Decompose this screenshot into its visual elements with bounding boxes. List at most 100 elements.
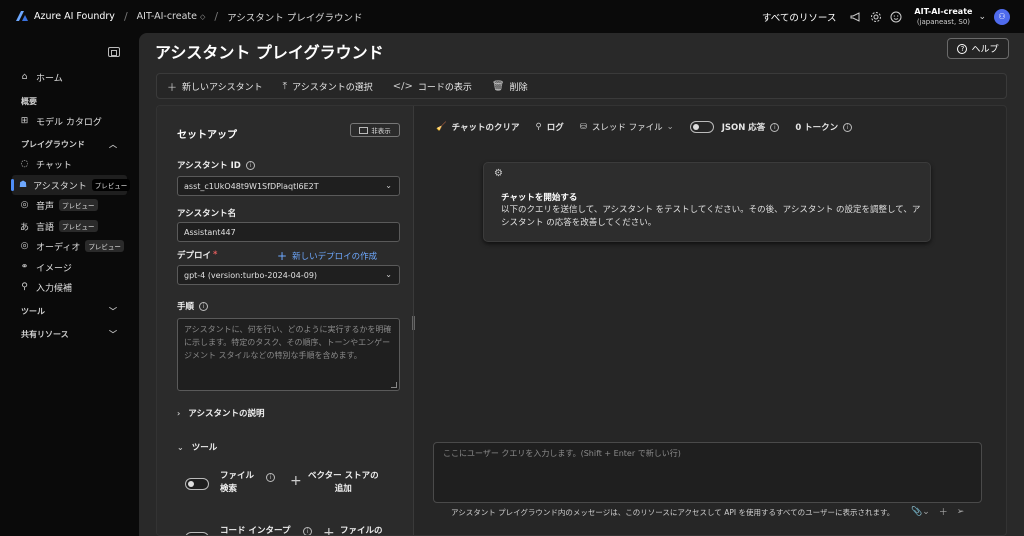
- code-interpreter-toggle[interactable]: [185, 532, 209, 535]
- input-actions: 📎⌄ ＋ ➢: [911, 505, 973, 519]
- log-label: ログ: [546, 123, 564, 133]
- assistant-id-label-text: アシスタント ID: [177, 161, 241, 171]
- instructions-placeholder: アシスタントに、何を行い、どのように実行するかを明確に示します。特定のタスク、そ…: [184, 325, 392, 360]
- info-icon[interactable]: i: [245, 160, 255, 170]
- thread-files-dropdown[interactable]: ⛁ スレッド ファイル ⌄: [580, 121, 674, 133]
- deploy-select[interactable]: gpt-4 (version:turbo-2024-04-09) ⌄: [177, 265, 400, 285]
- breadcrumb-separator: /: [123, 10, 128, 23]
- code-interpreter-label: コード インタープ: [220, 526, 291, 536]
- tools-label: ツール: [191, 443, 218, 453]
- all-resources-link[interactable]: すべてのリソース: [762, 10, 836, 24]
- upload-icon: ⤒: [282, 80, 288, 92]
- smiley-icon[interactable]: [889, 10, 903, 24]
- sidebar-item-model-catalog[interactable]: ⊞ モデル カタログ: [0, 111, 139, 131]
- top-right-actions: すべてのリソース AIT-AI-create (japaneast, S0) ⌄…: [762, 0, 1010, 33]
- new-deploy-link[interactable]: + 新しいデプロイの作成: [277, 249, 377, 263]
- info-icon[interactable]: i: [303, 527, 312, 535]
- brand[interactable]: Azure AI Foundry: [16, 11, 115, 22]
- sidebar-section-label: プレイグラウンド: [21, 139, 85, 149]
- sidebar-section-shared-resources[interactable]: 共有リソース ﹀: [0, 324, 139, 344]
- json-response-toggle[interactable]: [689, 121, 714, 133]
- chevron-down-icon: ⌄: [177, 442, 184, 452]
- assistant-name-value: Assistant447: [184, 227, 236, 237]
- sidebar-section-playground[interactable]: プレイグラウンド ︿: [0, 134, 139, 154]
- chevron-down-icon: ﹀: [109, 329, 117, 339]
- info-icon[interactable]: i: [843, 122, 853, 132]
- select-assistant-button[interactable]: ⤒ アシスタントの選択: [283, 80, 373, 93]
- collapse-sidebar-icon[interactable]: [108, 47, 120, 57]
- preview-badge: プレビュー: [85, 240, 124, 252]
- file-search-toggle[interactable]: [185, 478, 209, 490]
- sidebar-item-speech[interactable]: ◎ 音声 プレビュー: [0, 195, 139, 215]
- gear-icon[interactable]: [869, 10, 883, 24]
- sidebar-item-completions[interactable]: ⚲ 入力候補: [0, 277, 139, 297]
- trash-icon: 🗑: [491, 80, 505, 92]
- info-icon[interactable]: i: [266, 473, 275, 482]
- add-icon[interactable]: ＋: [939, 505, 948, 518]
- sidebar-item-label: チャット: [36, 160, 72, 171]
- plus-icon[interactable]: +: [323, 525, 335, 535]
- clear-chat-button[interactable]: 🧹 チャットのクリア: [436, 121, 520, 133]
- sidebar-item-label: 音声: [36, 201, 55, 212]
- chevron-down-icon: ⌄: [385, 181, 392, 190]
- clear-chat-label: チャットのクリア: [451, 123, 520, 133]
- info-icon[interactable]: i: [770, 122, 780, 132]
- audio-icon: ◎: [20, 241, 29, 251]
- chevron-down-icon: ⌄: [385, 270, 392, 279]
- start-chat-card: ⚙ チャットを開始する 以下のクエリを送信して、アシスタント をテストしてくださ…: [483, 162, 931, 242]
- assistant-icon: ☗: [19, 180, 28, 190]
- chevron-down-icon[interactable]: ⌄: [978, 12, 986, 22]
- view-code-button[interactable]: </> コードの表示: [393, 80, 472, 93]
- chevron-up-icon: ︿: [109, 139, 117, 149]
- breadcrumb-project[interactable]: AIT-AI-create ◇: [137, 11, 206, 22]
- tools-expander[interactable]: ⌄ ツール: [177, 441, 218, 454]
- assistant-description-expander[interactable]: › アシスタントの説明: [177, 407, 264, 420]
- completions-icon: ⚲: [21, 282, 28, 292]
- sidebar-item-audio[interactable]: ◎ オーディオ プレビュー: [0, 236, 139, 256]
- instructions-textarea[interactable]: アシスタントに、何を行い、どのように実行するかを明確に示します。特定のタスク、そ…: [177, 318, 400, 391]
- sidebar-item-label: アシスタント: [33, 181, 87, 192]
- sidebar-item-language[interactable]: あ言語 プレビュー: [0, 216, 139, 236]
- add-vector-store-button[interactable]: ベクター ストアの 追加: [308, 470, 379, 496]
- setup-title: セットアップ: [177, 130, 237, 141]
- attach-icon[interactable]: 📎⌄: [911, 507, 930, 517]
- sidebar-item-image[interactable]: ⚭ イメージ: [0, 257, 139, 277]
- sidebar-item-assistant[interactable]: ☗ アシスタント プレビュー: [11, 175, 131, 195]
- deploy-label-text: デプロイ: [177, 251, 212, 261]
- start-chat-description: 以下のクエリを送信して、アシスタント をテストしてください。その後、アシスタント…: [501, 205, 921, 228]
- breadcrumb-page[interactable]: アシスタント プレイグラウンド: [227, 10, 362, 24]
- sidebar-section-tools[interactable]: ツール ﹀: [0, 301, 139, 321]
- add-vector-store-line1: ベクター ストアの: [308, 471, 379, 481]
- new-assistant-button[interactable]: ＋ 新しいアシスタント: [167, 79, 263, 94]
- hide-setup-button[interactable]: 非表示: [350, 123, 400, 137]
- delete-button[interactable]: 🗑 削除: [492, 80, 528, 93]
- file-search-label-line2: 検索: [220, 484, 238, 494]
- assistant-name-input[interactable]: Assistant447: [177, 222, 400, 242]
- sidebar-item-home[interactable]: ⌂ ホーム: [0, 67, 139, 87]
- json-response-label-text: JSON 応答: [721, 123, 766, 133]
- add-file-button[interactable]: ファイルの: [340, 525, 383, 535]
- chevron-down-icon: ⌄: [666, 122, 674, 132]
- avatar[interactable]: ⚇: [994, 8, 1010, 25]
- drag-handle-icon[interactable]: [412, 316, 415, 330]
- account-info[interactable]: AIT-AI-create (japaneast, S0): [914, 6, 972, 28]
- help-button[interactable]: ? ヘルプ: [947, 38, 1009, 59]
- broom-icon: 🧹: [436, 122, 447, 132]
- plus-icon[interactable]: +: [290, 473, 302, 489]
- user-query-input[interactable]: ここにユーザー クエリを入力します。(Shift + Enter で新しい行): [433, 442, 982, 503]
- plus-icon: +: [277, 249, 288, 263]
- preview-badge: プレビュー: [91, 179, 131, 191]
- toolbar: ＋ 新しいアシスタント ⤒ アシスタントの選択 </> コードの表示 🗑 削除: [156, 73, 1007, 99]
- resize-handle-icon[interactable]: [391, 382, 397, 388]
- log-button[interactable]: ⚲ ログ: [536, 121, 564, 133]
- chat-toolbar: 🧹 チャットのクリア ⚲ ログ ⛁ スレッド ファイル ⌄ JSON 応答 i 0 トーク…: [436, 120, 868, 134]
- preview-badge: プレビュー: [59, 199, 98, 211]
- info-icon[interactable]: i: [199, 301, 209, 311]
- send-icon[interactable]: ➢: [957, 507, 965, 517]
- announcement-icon[interactable]: [849, 10, 863, 24]
- assistant-id-label: アシスタント ID i: [177, 159, 255, 171]
- view-code-label: コードの表示: [417, 82, 472, 93]
- sidebar-item-chat[interactable]: ◌ チャット: [0, 154, 139, 174]
- chevron-updown-icon: ◇: [200, 13, 206, 21]
- assistant-id-select[interactable]: asst_c1UkO48t9W1SfDPlaqtl6E2T ⌄: [177, 176, 400, 196]
